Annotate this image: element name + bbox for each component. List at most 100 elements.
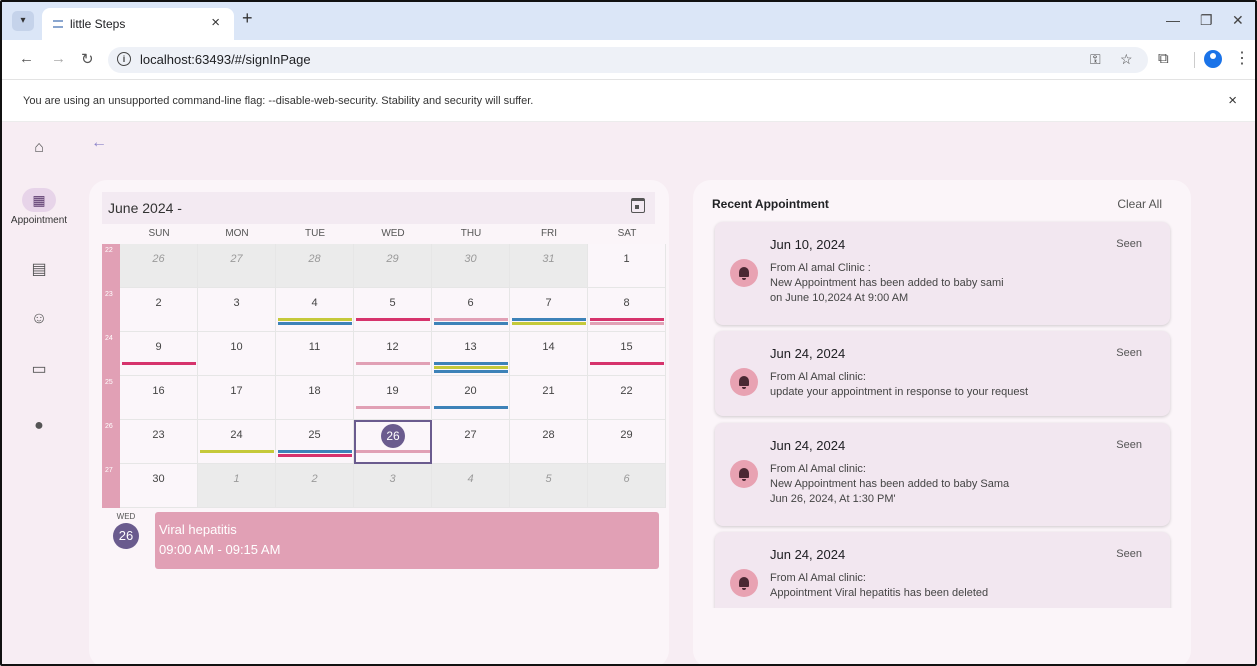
notification-item[interactable]: Jun 24, 2024 Seen From Al Amal clinic: New… xyxy=(715,423,1170,526)
minimize-icon[interactable]: — xyxy=(1166,12,1180,28)
calendar-day[interactable]: 21 xyxy=(510,376,588,420)
calendar-day[interactable]: 28 xyxy=(276,244,354,288)
event-marker[interactable] xyxy=(434,322,508,325)
notification-item[interactable]: Jun 24, 2024 Seen From Al Amal clinic: upd… xyxy=(715,331,1170,416)
event-marker[interactable] xyxy=(356,450,430,453)
calendar-day[interactable]: 26 xyxy=(120,244,198,288)
calendar-day[interactable]: 18 xyxy=(276,376,354,420)
profile-avatar-icon[interactable] xyxy=(1204,50,1222,68)
rail-item-appointment[interactable]: ▦ Appointment xyxy=(2,188,76,226)
window-close-icon[interactable]: ✕ xyxy=(1232,12,1244,29)
calendar-day[interactable]: 17 xyxy=(198,376,276,420)
event-marker[interactable] xyxy=(122,362,196,365)
rail-item-chat[interactable]: ▭ xyxy=(2,360,76,380)
calendar-day[interactable]: 25 xyxy=(276,420,354,464)
calendar-day[interactable]: 4 xyxy=(432,464,510,508)
calendar-day[interactable]: 28 xyxy=(510,420,588,464)
calendar-day[interactable]: 30 xyxy=(120,464,198,508)
event-marker[interactable] xyxy=(200,450,274,453)
event-item[interactable]: Viral hepatitis 09:00 AM - 09:15 AM xyxy=(155,512,659,569)
calendar-day[interactable]: 4 xyxy=(276,288,354,332)
event-marker[interactable] xyxy=(434,406,508,409)
notification-item[interactable]: Jun 10, 2024 Seen From Al amal Clinic : Ne… xyxy=(715,222,1170,325)
rail-item-baby[interactable]: ☺ xyxy=(2,309,76,329)
back-arrow-icon[interactable]: ← xyxy=(91,134,107,152)
calendar-day[interactable]: 24 xyxy=(198,420,276,464)
calendar-day[interactable]: 31 xyxy=(510,244,588,288)
calendar-day[interactable]: 8 xyxy=(588,288,666,332)
event-marker[interactable] xyxy=(278,318,352,321)
seen-button[interactable]: Seen xyxy=(1116,238,1142,250)
calendar-day[interactable]: 14 xyxy=(510,332,588,376)
warning-close-icon[interactable]: × xyxy=(1228,92,1237,109)
password-key-icon[interactable]: ⚿ xyxy=(1090,51,1101,68)
calendar-day[interactable]: 5 xyxy=(510,464,588,508)
event-marker[interactable] xyxy=(356,362,430,365)
maximize-icon[interactable]: ❐ xyxy=(1200,12,1213,29)
calendar-day[interactable]: 20 xyxy=(432,376,510,420)
event-marker[interactable] xyxy=(590,322,664,325)
event-marker[interactable] xyxy=(512,318,586,321)
calendar-day[interactable]: 2 xyxy=(120,288,198,332)
tab-close-icon[interactable]: × xyxy=(211,14,220,31)
calendar-day[interactable]: 27 xyxy=(432,420,510,464)
calendar-day[interactable]: 10 xyxy=(198,332,276,376)
back-icon[interactable]: ← xyxy=(19,50,34,67)
event-marker[interactable] xyxy=(434,366,508,369)
tab-search-dropdown-icon[interactable]: ▾ xyxy=(12,11,34,31)
event-marker[interactable] xyxy=(434,318,508,321)
site-info-icon[interactable]: i xyxy=(117,52,131,66)
calendar-day[interactable]: 29 xyxy=(588,420,666,464)
calendar-day[interactable]: 12 xyxy=(354,332,432,376)
event-marker[interactable] xyxy=(434,362,508,365)
calendar-day[interactable]: 3 xyxy=(354,464,432,508)
seen-button[interactable]: Seen xyxy=(1116,347,1142,359)
calendar-day[interactable]: 6 xyxy=(432,288,510,332)
calendar-day[interactable]: 3 xyxy=(198,288,276,332)
calendar-day[interactable]: 11 xyxy=(276,332,354,376)
rail-item-home[interactable]: ⌂ xyxy=(2,138,76,158)
event-marker[interactable] xyxy=(590,318,664,321)
seen-button[interactable]: Seen xyxy=(1116,439,1142,451)
reload-icon[interactable]: ↻ xyxy=(81,50,94,68)
event-marker[interactable] xyxy=(590,362,664,365)
event-marker[interactable] xyxy=(512,322,586,325)
calendar-day[interactable]: 30 xyxy=(432,244,510,288)
calendar-day-today[interactable]: 26 xyxy=(354,420,432,464)
bookmark-star-icon[interactable]: ☆ xyxy=(1120,51,1133,68)
calendar-day[interactable]: 7 xyxy=(510,288,588,332)
rail-item-documents[interactable]: ▤ xyxy=(2,260,76,280)
browser-tab[interactable]: little Steps × xyxy=(42,8,234,40)
rail-item-profile[interactable]: ● xyxy=(2,416,76,436)
event-marker[interactable] xyxy=(356,406,430,409)
event-marker[interactable] xyxy=(278,454,352,457)
event-marker[interactable] xyxy=(356,318,430,321)
event-marker[interactable] xyxy=(278,450,352,453)
seen-button[interactable]: Seen xyxy=(1116,548,1142,560)
browser-menu-icon[interactable]: ⋮ xyxy=(1234,48,1250,68)
calendar-day[interactable]: 15 xyxy=(588,332,666,376)
new-tab-button[interactable]: + xyxy=(242,8,253,29)
forward-icon[interactable]: → xyxy=(51,50,66,67)
url-field[interactable]: i localhost:63493/#/signInPage ⚿ ☆ xyxy=(108,47,1148,73)
calendar-day[interactable]: 13 xyxy=(432,332,510,376)
event-marker[interactable] xyxy=(434,370,508,373)
calendar-day[interactable]: 22 xyxy=(588,376,666,420)
calendar-day[interactable]: 23 xyxy=(120,420,198,464)
month-selector[interactable]: June 2024 - xyxy=(108,200,182,216)
calendar-day[interactable]: 19 xyxy=(354,376,432,420)
day-number: 3 xyxy=(233,297,240,309)
clear-all-button[interactable]: Clear All xyxy=(1117,197,1162,211)
calendar-day[interactable]: 27 xyxy=(198,244,276,288)
calendar-day[interactable]: 16 xyxy=(120,376,198,420)
calendar-day[interactable]: 2 xyxy=(276,464,354,508)
extensions-icon[interactable]: ⧉ xyxy=(1158,50,1169,67)
event-marker[interactable] xyxy=(278,322,352,325)
calendar-day[interactable]: 29 xyxy=(354,244,432,288)
calendar-day[interactable]: 9 xyxy=(120,332,198,376)
calendar-day[interactable]: 1 xyxy=(588,244,666,288)
calendar-day[interactable]: 5 xyxy=(354,288,432,332)
calendar-day[interactable]: 1 xyxy=(198,464,276,508)
calendar-day[interactable]: 6 xyxy=(588,464,666,508)
calendar-today-icon[interactable] xyxy=(631,198,645,213)
